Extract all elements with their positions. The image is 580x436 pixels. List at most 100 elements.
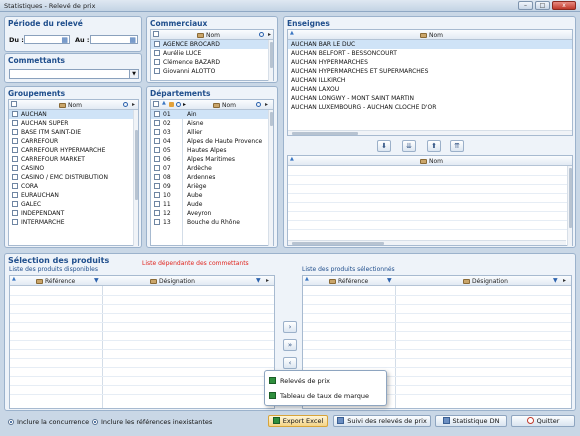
col-nom[interactable]: Nom [68, 102, 82, 109]
sort-asc-icon[interactable]: ▲ [305, 276, 309, 282]
list-item[interactable]: AUCHAN BAR LE DUC [288, 40, 572, 49]
chevron-right-icon[interactable]: ▸ [563, 277, 566, 284]
suivi-releves-button[interactable]: Suivi des relevés de prix [333, 415, 431, 427]
sort-icon[interactable] [420, 158, 427, 164]
col-designation[interactable]: Désignation [159, 278, 195, 285]
sort-icon[interactable] [150, 278, 157, 284]
list-item[interactable]: AUCHAN LAXOU [288, 85, 572, 94]
list-item[interactable]: AUCHAN LUXEMBOURG - AUCHAN CLOCHE D'OR [288, 103, 572, 112]
sort-asc-icon[interactable]: ▲ [290, 156, 294, 162]
chevron-right-icon[interactable]: ▸ [268, 31, 271, 38]
sort-asc-icon[interactable]: ▲ [162, 100, 166, 106]
list-item[interactable]: GALEC [9, 200, 138, 209]
list-item[interactable]: EURAUCHAN [9, 191, 138, 200]
list-item[interactable]: AUCHAN SUPER [9, 119, 138, 128]
search-icon[interactable] [123, 102, 128, 107]
quitter-button[interactable]: Quitter [511, 415, 575, 427]
list-item[interactable]: Aurélie LUCE [151, 49, 273, 58]
close-button[interactable]: x [552, 1, 576, 10]
commettants-select[interactable]: ▼ [9, 69, 139, 79]
list-item[interactable]: 06 Alpes Maritimes [151, 155, 273, 164]
sort-asc-icon[interactable]: ▲ [290, 30, 294, 36]
filter-icon[interactable]: ▼ [387, 277, 392, 284]
move-down-button[interactable]: ⬇ [377, 140, 391, 152]
col-reference[interactable]: Référence [45, 278, 75, 285]
select-all-checkbox[interactable] [11, 100, 17, 107]
calendar-icon[interactable]: ▦ [61, 36, 68, 44]
list-item[interactable]: BASE ITM SAINT-DIE [9, 128, 138, 137]
filter-icon[interactable]: ▼ [553, 277, 558, 284]
list-item[interactable]: Clémence BAZARD [151, 58, 273, 67]
calendar-icon[interactable]: ▦ [129, 36, 136, 44]
menu-item-releves[interactable]: Relevés de prix [269, 377, 330, 385]
list-item[interactable]: INTERMARCHE [9, 218, 138, 227]
col-nom[interactable]: Nom [429, 32, 443, 39]
move-all-up-button[interactable]: ⇈ [450, 140, 464, 152]
list-item[interactable]: Giovanni ALOTTO [151, 67, 273, 76]
filter-icon[interactable]: ▼ [94, 277, 99, 284]
chevron-right-icon[interactable]: ▸ [266, 277, 269, 284]
chevron-right-icon[interactable]: ▸ [265, 101, 268, 108]
list-item[interactable]: 10 Aube [151, 191, 273, 200]
list-item[interactable]: AUCHAN LONGWY - MONT SAINT MARTIN [288, 94, 572, 103]
list-item[interactable]: AUCHAN ILLKIRCH [288, 76, 572, 85]
scrollbar[interactable] [567, 166, 572, 246]
radio-references[interactable]: Inclure les références inexistantes [92, 418, 212, 426]
list-item[interactable]: AUCHAN BELFORT - BESSONCOURT [288, 49, 572, 58]
list-item[interactable]: AGENCE BROCARD [151, 40, 273, 49]
scrollbar[interactable] [268, 110, 273, 246]
list-item[interactable]: CARREFOUR MARKET [9, 155, 138, 164]
filter-icon[interactable]: ▼ [256, 277, 261, 284]
radio-icon[interactable] [8, 418, 14, 425]
minimize-button[interactable]: – [518, 1, 533, 10]
list-item[interactable]: AUCHAN [9, 110, 138, 119]
export-excel-button[interactable]: Export Excel [268, 415, 328, 427]
list-item[interactable]: INDEPENDANT [9, 209, 138, 218]
list-item[interactable]: 08 Ardennes [151, 173, 273, 182]
list-item[interactable]: 12 Aveyron [151, 209, 273, 218]
chevron-right-icon[interactable]: ▸ [132, 101, 135, 108]
chevron-right-icon[interactable]: ▸ [183, 101, 186, 108]
radio-concurrence[interactable]: Inclure la concurrence [8, 418, 89, 426]
col-reference[interactable]: Référence [338, 278, 368, 285]
list-item[interactable]: CARREFOUR [9, 137, 138, 146]
move-all-down-button[interactable]: ⇊ [402, 140, 416, 152]
list-item[interactable]: CORA [9, 182, 138, 191]
add-product-button[interactable]: › [283, 321, 297, 333]
list-item[interactable]: 02 Aisne [151, 119, 273, 128]
sort-icon[interactable] [36, 278, 43, 284]
list-item[interactable]: 13 Bouche du Rhône [151, 218, 273, 227]
du-date-input[interactable]: ▦ [24, 35, 70, 44]
remove-product-button[interactable]: ‹ [283, 357, 297, 369]
search-icon[interactable] [176, 102, 181, 107]
list-item[interactable]: CASINO / EMC DISTRIBUTION [9, 173, 138, 182]
au-date-input[interactable]: ▦ [90, 35, 138, 44]
list-item[interactable]: 07 Ardèche [151, 164, 273, 173]
sort-asc-icon[interactable]: ▲ [12, 276, 16, 282]
scrollbar[interactable] [133, 110, 138, 246]
maximize-button[interactable]: □ [535, 1, 550, 10]
horizontal-scrollbar[interactable] [288, 240, 566, 245]
list-item[interactable]: 11 Aude [151, 200, 273, 209]
list-item[interactable]: AUCHAN HYPERMARCHES [288, 58, 572, 67]
scrollbar[interactable] [268, 40, 273, 81]
select-all-checkbox[interactable] [153, 100, 159, 107]
select-all-checkbox[interactable] [153, 30, 159, 37]
menu-item-taux-marque[interactable]: Tableau de taux de marque [269, 392, 369, 400]
search-icon[interactable] [256, 102, 261, 107]
add-all-products-button[interactable]: » [283, 339, 297, 351]
sort-icon[interactable] [463, 278, 470, 284]
sort-icon[interactable] [213, 102, 220, 108]
list-item[interactable]: CARREFOUR HYPERMARCHE [9, 146, 138, 155]
move-up-button[interactable]: ⬆ [427, 140, 441, 152]
sort-icon[interactable] [59, 102, 66, 108]
list-item[interactable]: 03 Allier [151, 128, 273, 137]
list-item[interactable]: 09 Ariège [151, 182, 273, 191]
col-nom[interactable]: Nom [429, 158, 443, 165]
col-designation[interactable]: Désignation [472, 278, 508, 285]
sort-icon[interactable] [197, 32, 204, 38]
search-icon[interactable] [259, 32, 264, 37]
horizontal-scrollbar[interactable] [288, 130, 572, 135]
filter-icon[interactable] [169, 102, 174, 107]
col-nom[interactable]: Nom [222, 102, 236, 109]
